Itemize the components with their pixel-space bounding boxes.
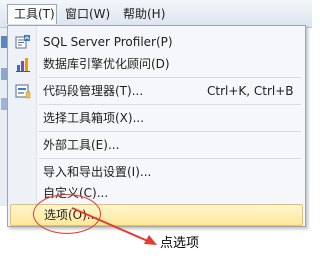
menu-separator xyxy=(39,158,301,159)
menu-item-label: 选择工具箱项(X)... xyxy=(43,111,145,125)
menu-item-shortcut: Ctrl+K, Ctrl+B xyxy=(207,84,294,98)
menu-item-tuning-advisor[interactable]: 数据库引擎优化顾问(D) xyxy=(10,53,303,75)
menu-item-import-export-settings[interactable]: 导入和导出设置(I)... xyxy=(10,161,303,183)
tuning-advisor-icon xyxy=(15,56,31,72)
menu-item-external-tools[interactable]: 外部工具(E)... xyxy=(10,134,303,156)
sql-profiler-icon xyxy=(15,34,31,50)
menu-tools[interactable]: 工具(T) xyxy=(7,4,57,24)
menu-separator xyxy=(39,104,301,105)
menu-item-label: 导入和导出设置(I)... xyxy=(43,165,152,179)
menu-item-choose-toolbox-items[interactable]: 选择工具箱项(X)... xyxy=(10,107,303,129)
annotation-circle xyxy=(33,194,101,234)
code-snippet-icon xyxy=(15,83,31,99)
menu-window[interactable]: 窗口(W) xyxy=(59,4,116,24)
menu-item-label: 数据库引擎优化顾问(D) xyxy=(43,57,170,71)
menu-separator xyxy=(39,77,301,78)
annotation-text: 点选项 xyxy=(160,236,200,251)
menu-item-label: 外部工具(E)... xyxy=(43,138,120,152)
menu-separator xyxy=(39,131,301,132)
menu-bar: 工具(T) 窗口(W) 帮助(H) xyxy=(0,0,312,28)
menu-help[interactable]: 帮助(H) xyxy=(117,4,171,24)
menu-item-label: SQL Server Profiler(P) xyxy=(43,35,173,49)
menu-item-code-snippet-manager[interactable]: 代码段管理器(T)... Ctrl+K, Ctrl+B xyxy=(10,80,303,102)
menu-item-sql-server-profiler[interactable]: SQL Server Profiler(P) xyxy=(10,31,303,53)
menu-item-label: 代码段管理器(T)... xyxy=(43,84,144,98)
